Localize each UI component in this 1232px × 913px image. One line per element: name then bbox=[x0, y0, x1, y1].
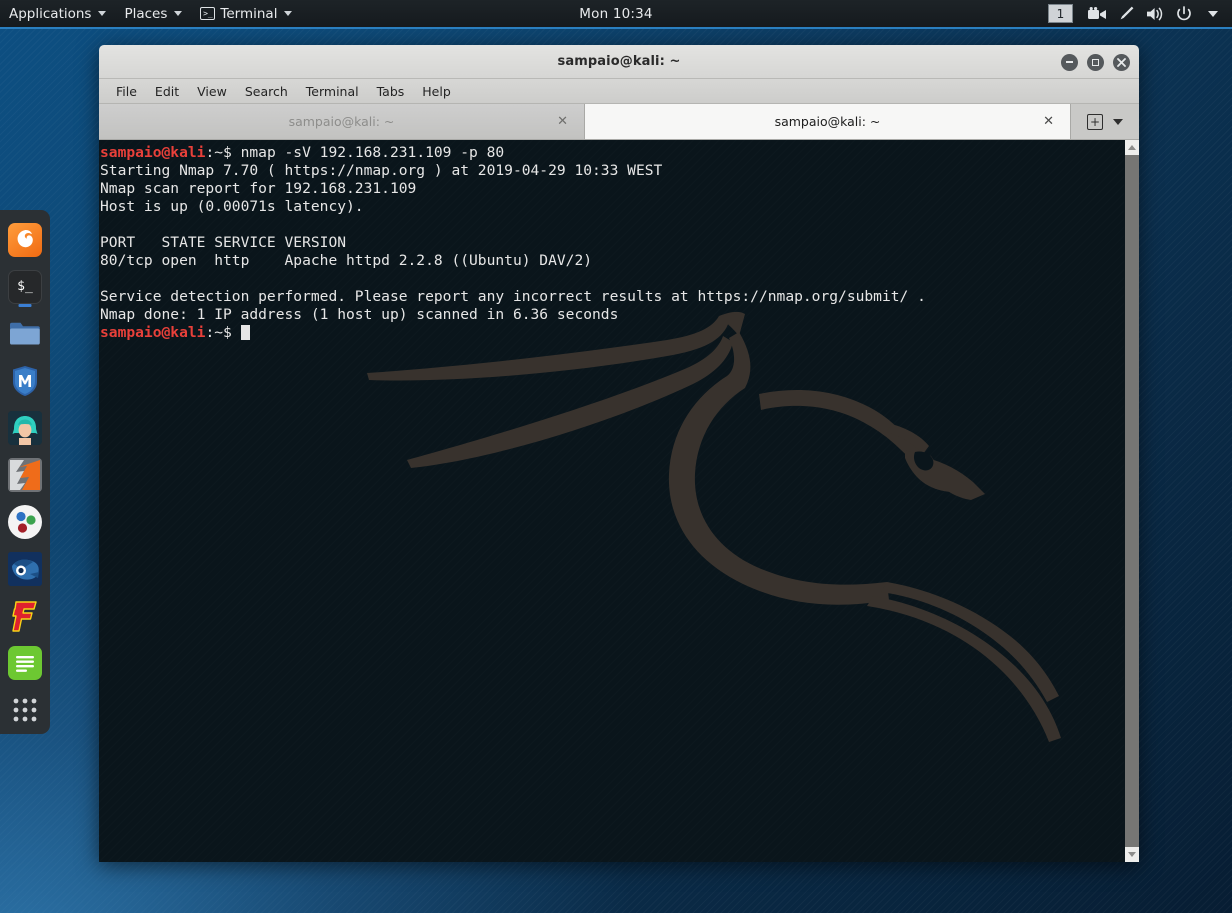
terminal-tab-2-close-icon[interactable]: ✕ bbox=[1043, 114, 1054, 129]
chevron-down-icon[interactable] bbox=[1200, 0, 1226, 27]
dock-item-texteditor[interactable] bbox=[0, 640, 50, 687]
volume-icon[interactable] bbox=[1142, 0, 1168, 27]
top-panel: Applications Places >_ Terminal Mon 10:3… bbox=[0, 0, 1232, 29]
apps-grid-icon bbox=[8, 693, 42, 727]
scrollbar-track[interactable] bbox=[1125, 155, 1139, 847]
panel-tray: 1 bbox=[1048, 0, 1226, 27]
chevron-down-icon bbox=[284, 11, 293, 16]
terminal-icon: >_ bbox=[200, 7, 216, 20]
terminal-cursor bbox=[240, 325, 250, 340]
menu-places[interactable]: Places bbox=[115, 0, 191, 27]
menu-search[interactable]: Search bbox=[236, 79, 297, 104]
terminal-line: sampaio@kali:~$ nmap -sV 192.168.231.109… bbox=[100, 144, 1124, 162]
terminal-body[interactable]: sampaio@kali:~$ nmap -sV 192.168.231.109… bbox=[99, 140, 1139, 862]
terminal-line: 80/tcp open http Apache httpd 2.2.8 ((Ub… bbox=[100, 252, 593, 269]
menu-edit[interactable]: Edit bbox=[146, 79, 188, 104]
armitage-icon bbox=[8, 410, 42, 445]
terminal-command: nmap -sV 192.168.231.109 -p 80 bbox=[240, 144, 505, 161]
window-title: sampaio@kali: ~ bbox=[557, 54, 681, 69]
workspace-indicator[interactable]: 1 bbox=[1048, 4, 1073, 23]
maximize-button[interactable] bbox=[1087, 53, 1104, 71]
dock-item-burpsuite[interactable] bbox=[0, 451, 50, 498]
window-title-bar[interactable]: sampaio@kali: ~ bbox=[99, 45, 1139, 79]
menu-view[interactable]: View bbox=[188, 79, 236, 104]
window-controls bbox=[1061, 45, 1130, 79]
running-indicator bbox=[18, 304, 32, 308]
menu-terminal[interactable]: Terminal bbox=[297, 79, 368, 104]
tab-list-chevron-down-icon[interactable] bbox=[1113, 118, 1123, 125]
scroll-up-icon[interactable] bbox=[1125, 140, 1139, 155]
dock-item-wireshark[interactable] bbox=[0, 546, 50, 593]
metasploit-icon bbox=[8, 364, 42, 398]
terminal-prompt-user: sampaio@kali bbox=[100, 324, 206, 341]
dock-item-armitage[interactable] bbox=[0, 404, 50, 451]
camera-icon[interactable] bbox=[1084, 0, 1110, 27]
close-button[interactable] bbox=[1113, 53, 1130, 71]
dock-item-terminal[interactable]: $_ bbox=[0, 263, 50, 310]
chevron-down-icon bbox=[174, 11, 183, 16]
terminal-tab-2-label: sampaio@kali: ~ bbox=[774, 114, 881, 129]
terminal-prompt-path: :~$ bbox=[205, 144, 241, 161]
burpsuite-icon bbox=[8, 458, 42, 493]
terminal-line: Starting Nmap 7.70 ( https://nmap.org ) … bbox=[100, 162, 663, 179]
taskbar-item-terminal-label: Terminal bbox=[220, 5, 278, 22]
tab-bar: sampaio@kali: ~ ✕ sampaio@kali: ~ ✕ + bbox=[99, 104, 1139, 140]
terminal-output[interactable]: sampaio@kali:~$ nmap -sV 192.168.231.109… bbox=[99, 140, 1124, 862]
taskbar-item-terminal[interactable]: >_ Terminal bbox=[191, 0, 301, 27]
menu-applications-label: Applications bbox=[9, 5, 92, 22]
terminal-line: Host is up (0.00071s latency). bbox=[100, 198, 364, 215]
terminal-tab-1[interactable]: sampaio@kali: ~ ✕ bbox=[99, 104, 585, 139]
dock-item-firefox[interactable] bbox=[0, 216, 50, 263]
terminal-tab-1-close-icon[interactable]: ✕ bbox=[557, 114, 568, 129]
terminal-window: sampaio@kali: ~ File Edit View Search Te… bbox=[99, 45, 1139, 862]
folder-icon bbox=[8, 317, 42, 351]
menu-bar: File Edit View Search Terminal Tabs Help bbox=[99, 79, 1139, 104]
text-editor-icon bbox=[8, 646, 42, 681]
terminal-line: Nmap scan report for 192.168.231.109 bbox=[100, 180, 417, 197]
firefox-icon bbox=[8, 222, 42, 257]
terminal-scrollbar[interactable] bbox=[1124, 140, 1139, 862]
dock-item-faraday[interactable] bbox=[0, 593, 50, 640]
tab-actions: + bbox=[1071, 104, 1139, 139]
beef-icon bbox=[8, 505, 42, 540]
terminal-prompt-user: sampaio@kali bbox=[100, 144, 206, 161]
menu-applications[interactable]: Applications bbox=[0, 0, 115, 27]
menu-tabs[interactable]: Tabs bbox=[368, 79, 414, 104]
terminal-line: sampaio@kali:~$ bbox=[100, 324, 1124, 342]
minimize-button[interactable] bbox=[1061, 53, 1078, 71]
menu-help[interactable]: Help bbox=[413, 79, 460, 104]
menu-places-label: Places bbox=[124, 5, 168, 22]
power-icon[interactable] bbox=[1171, 0, 1197, 27]
terminal-icon: $_ bbox=[8, 269, 42, 304]
dock-item-beef[interactable] bbox=[0, 499, 50, 546]
scrollbar-thumb[interactable] bbox=[1125, 155, 1139, 847]
terminal-tab-1-label: sampaio@kali: ~ bbox=[288, 114, 395, 129]
wireshark-icon bbox=[8, 552, 42, 587]
application-dock: $_ bbox=[0, 210, 50, 734]
menu-file[interactable]: File bbox=[107, 79, 146, 104]
dock-item-metasploit[interactable] bbox=[0, 357, 50, 404]
pen-icon[interactable] bbox=[1113, 0, 1139, 27]
faraday-icon bbox=[8, 599, 42, 633]
dock-item-files[interactable] bbox=[0, 310, 50, 357]
chevron-down-icon bbox=[98, 11, 107, 16]
terminal-line: PORT STATE SERVICE VERSION bbox=[100, 234, 347, 251]
terminal-tab-2[interactable]: sampaio@kali: ~ ✕ bbox=[585, 104, 1071, 139]
new-tab-icon[interactable]: + bbox=[1087, 113, 1103, 130]
terminal-prompt-path: :~$ bbox=[205, 324, 241, 341]
dock-item-show-applications[interactable] bbox=[0, 687, 50, 734]
terminal-line: Service detection performed. Please repo… bbox=[100, 288, 926, 305]
scroll-down-icon[interactable] bbox=[1125, 847, 1139, 862]
terminal-line: Nmap done: 1 IP address (1 host up) scan… bbox=[100, 306, 619, 323]
